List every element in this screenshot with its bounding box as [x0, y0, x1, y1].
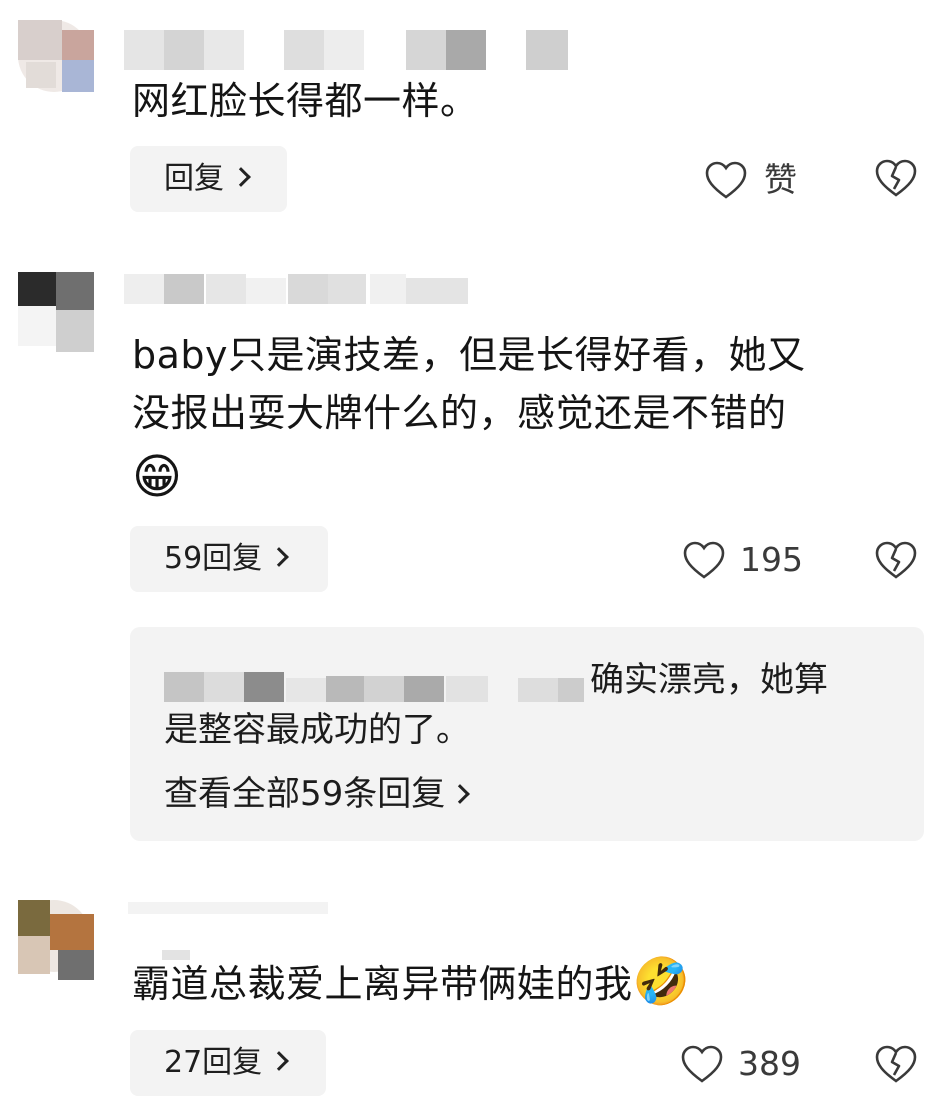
comment-text: 没报出耍大牌什么的，感觉还是不错的: [132, 391, 787, 435]
username-redacted[interactable]: [124, 270, 484, 306]
username-redacted[interactable]: [128, 898, 348, 918]
like-label: 赞: [764, 160, 797, 199]
like-count: 389: [738, 1044, 801, 1083]
chevron-right-icon: [450, 784, 471, 804]
broken-heart-icon[interactable]: [874, 540, 918, 580]
sub-reply-text: 确实漂亮，她算: [590, 660, 828, 700]
reply-button[interactable]: 回复: [130, 146, 287, 212]
avatar[interactable]: [18, 900, 94, 980]
view-all-replies-link[interactable]: 查看全部59条回复: [164, 770, 471, 818]
heart-outline-icon: [683, 541, 725, 579]
comment-text: baby只是演技差，但是长得好看，她又: [132, 333, 806, 377]
laughing-tears-emoji-icon: 🤣: [632, 954, 691, 1008]
like-count: 195: [740, 540, 803, 579]
avatar[interactable]: [18, 20, 94, 100]
grin-emoji-icon: 😁: [132, 449, 183, 505]
broken-heart-icon[interactable]: [874, 1044, 918, 1084]
chevron-right-icon: [269, 1051, 290, 1071]
chevron-right-icon: [269, 547, 290, 567]
reply-label: 回复: [164, 161, 224, 196]
reply-button[interactable]: 59回复: [130, 526, 328, 592]
comment-text: 霸道总裁爱上离异带俩娃的我🤣: [132, 954, 691, 1008]
broken-heart-icon[interactable]: [874, 158, 918, 198]
reply-label: 59回复: [164, 541, 263, 576]
comment-text: 网红脸长得都一样。: [132, 79, 479, 123]
reply-label: 27回复: [164, 1045, 263, 1080]
reply-button[interactable]: 27回复: [130, 1030, 326, 1096]
avatar[interactable]: [18, 272, 94, 352]
sub-reply-username-redacted[interactable]: [164, 672, 586, 704]
username-redacted[interactable]: [124, 30, 574, 72]
chevron-right-icon: [231, 167, 251, 187]
sub-reply-text: 是整容最成功的了。: [164, 710, 470, 750]
heart-outline-icon: [705, 161, 747, 199]
heart-outline-icon: [681, 1045, 723, 1083]
